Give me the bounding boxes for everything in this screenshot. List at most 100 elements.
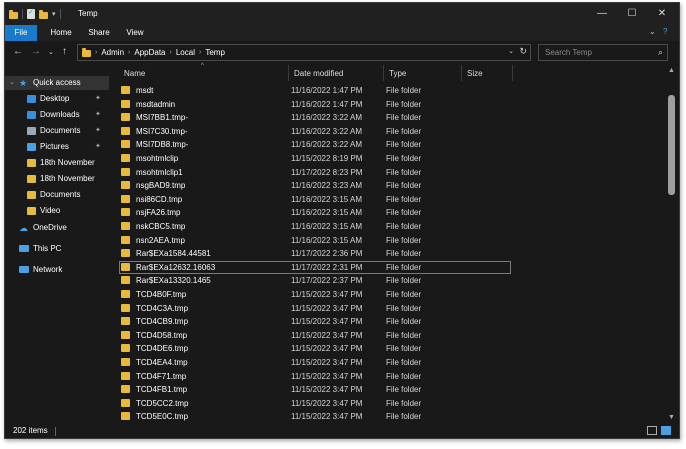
- back-button[interactable]: ←: [13, 46, 23, 57]
- details-view-icon[interactable]: [647, 426, 657, 435]
- nav-item[interactable]: Pictures ✦: [5, 140, 109, 154]
- file-date: 11/16/2022 3:22 AM: [291, 126, 363, 136]
- vertical-scrollbar[interactable]: ▲ ▼: [664, 65, 679, 423]
- title-bar: ▾ Temp — ☐ ✕: [5, 3, 679, 25]
- nav-label: 18th November: [40, 174, 95, 183]
- table-row[interactable]: nsjFA26.tmp 11/16/2022 3:15 AM File folder: [119, 206, 511, 219]
- minimize-button[interactable]: —: [587, 3, 617, 25]
- nav-item[interactable]: Documents: [5, 188, 109, 202]
- table-row[interactable]: nsn2AEA.tmp 11/16/2022 3:15 AM File folder: [119, 234, 511, 247]
- properties-icon[interactable]: [27, 8, 35, 19]
- folder-icon: [121, 276, 130, 285]
- nav-item[interactable]: 18th November: [5, 156, 109, 170]
- large-icons-view-icon[interactable]: [661, 426, 671, 435]
- column-date-modified[interactable]: Date modified: [289, 65, 384, 81]
- breadcrumb-admin[interactable]: Admin: [101, 48, 124, 57]
- maximize-button[interactable]: ☐: [617, 3, 647, 25]
- ribbon-collapse-icon[interactable]: ⌄: [649, 27, 656, 36]
- table-row[interactable]: msohtmlclip 11/15/2022 8:19 PM File folder: [119, 152, 511, 165]
- table-row[interactable]: MSI7DB8.tmp- 11/16/2022 3:22 AM File folde…: [119, 138, 511, 151]
- tab-file[interactable]: File: [5, 25, 37, 41]
- column-name[interactable]: Name: [119, 65, 289, 81]
- forward-button[interactable]: →: [31, 46, 41, 57]
- column-size[interactable]: Size: [462, 65, 513, 81]
- file-type: File folder: [386, 371, 422, 381]
- breadcrumb-appdata[interactable]: AppData: [134, 48, 165, 57]
- table-row[interactable]: MSI7BB1.tmp- 11/16/2022 3:22 AM File folde…: [119, 111, 511, 124]
- file-date: 11/15/2022 3:47 PM: [291, 290, 363, 299]
- nav-item[interactable]: Desktop ✦: [5, 92, 109, 106]
- scroll-up-icon[interactable]: ▲: [668, 67, 675, 74]
- table-row[interactable]: TCD4EA4.tmp 11/15/2022 3:47 PM File folder: [119, 356, 511, 369]
- table-row[interactable]: TCD4C3A.tmp 11/15/2022 3:47 PM File folder: [119, 302, 511, 315]
- breadcrumb-temp[interactable]: Temp: [205, 48, 225, 57]
- nav-label: Video: [40, 206, 61, 215]
- new-folder-icon[interactable]: [39, 9, 48, 19]
- chevron-right-icon[interactable]: ›: [170, 49, 172, 56]
- recent-locations-button[interactable]: ⌄: [48, 48, 54, 56]
- column-type[interactable]: Type: [384, 65, 462, 81]
- file-name: TCD5CC2.tmp: [136, 398, 189, 408]
- file-name: Rar$EXa13320.1465: [136, 276, 211, 286]
- table-row[interactable]: TCD4CB9.tmp 11/15/2022 3:47 PM File folder: [119, 315, 511, 328]
- scroll-down-icon[interactable]: ▼: [668, 414, 675, 421]
- table-row[interactable]: TCD5E0C.tmp 11/15/2022 3:47 PM File folder: [119, 410, 511, 423]
- table-row[interactable]: Rar$EXa13320.1465 11/17/2022 2:37 PM File …: [119, 274, 511, 287]
- nav-label: Downloads: [40, 110, 80, 119]
- nav-label: OneDrive: [33, 223, 67, 232]
- breadcrumb-local[interactable]: Local: [176, 48, 195, 57]
- refresh-icon[interactable]: ↻: [519, 46, 527, 57]
- tab-home[interactable]: Home: [45, 25, 77, 41]
- chevron-right-icon[interactable]: ›: [128, 49, 130, 56]
- table-row[interactable]: msohtmlclip1 11/17/2022 8:23 PM File folde…: [119, 166, 511, 179]
- nav-item[interactable]: Video: [5, 204, 109, 218]
- file-name: MSI7DB8.tmp-: [136, 140, 189, 150]
- nav-onedrive[interactable]: ☁ OneDrive: [5, 221, 109, 235]
- file-type: File folder: [386, 181, 422, 191]
- file-name: Rar$EXa1584.44581: [136, 249, 211, 259]
- file-name: msdtadmin: [136, 99, 176, 109]
- table-row[interactable]: MSI7C30.tmp- 11/16/2022 3:22 AM File folde…: [119, 125, 511, 138]
- table-row[interactable]: nsi86CD.tmp 11/16/2022 3:15 AM File folder: [119, 193, 511, 206]
- address-dropdown-icon[interactable]: ⌄: [508, 47, 514, 55]
- pin-icon: ✦: [95, 95, 101, 102]
- close-button[interactable]: ✕: [647, 3, 677, 25]
- table-row[interactable]: Rar$EXa12632.16063 11/17/2022 2:31 PM File…: [119, 260, 511, 274]
- address-bar[interactable]: › Admin › AppData › Local › Temp ⌄ ↻: [77, 44, 531, 61]
- table-row[interactable]: nsgBAD9.tmp 11/16/2022 3:23 AM File folder: [119, 179, 511, 192]
- table-row[interactable]: msdtadmin 11/16/2022 1:47 PM File folder: [119, 98, 511, 111]
- scrollbar-thumb[interactable]: [668, 95, 675, 195]
- table-row[interactable]: TCD5CC2.tmp 11/15/2022 3:47 PM File folder: [119, 397, 511, 410]
- folder-icon: [121, 181, 130, 190]
- table-row[interactable]: Rar$EXa1584.44581 11/17/2022 2:36 PM File …: [119, 247, 511, 260]
- file-date: 11/15/2022 3:47 PM: [291, 344, 363, 354]
- nav-label: Quick access: [33, 78, 81, 87]
- customize-toolbar-icon[interactable]: ▾: [52, 10, 56, 18]
- pin-icon: ✦: [95, 127, 101, 134]
- table-row[interactable]: nskCBC5.tmp 11/16/2022 3:15 AM File folder: [119, 220, 511, 233]
- file-type: File folder: [386, 398, 422, 408]
- table-row[interactable]: TCD4FB1.tmp 11/15/2022 3:47 PM File folder: [119, 383, 511, 396]
- table-row[interactable]: TCD4B0F.tmp 11/15/2022 3:47 PM File folder: [119, 288, 511, 301]
- file-date: 11/16/2022 1:47 PM: [291, 86, 363, 95]
- tab-view[interactable]: View: [119, 25, 151, 41]
- nav-item[interactable]: Downloads ✦: [5, 108, 109, 122]
- help-icon[interactable]: ?: [663, 27, 667, 36]
- chevron-right-icon[interactable]: ›: [199, 49, 201, 56]
- table-row[interactable]: TCD4F71.tmp 11/15/2022 3:47 PM File folder: [119, 370, 511, 383]
- search-input[interactable]: Search Temp ⌕: [538, 44, 668, 61]
- chevron-down-icon[interactable]: ⌄: [9, 76, 15, 90]
- folder-icon: [121, 154, 130, 162]
- nav-this-pc[interactable]: This PC: [5, 242, 109, 256]
- chevron-right-icon[interactable]: ›: [95, 49, 97, 56]
- column-headers: ^ Name Date modified Type Size: [109, 63, 664, 81]
- tab-share[interactable]: Share: [83, 25, 115, 41]
- nav-item[interactable]: 18th November: [5, 172, 109, 186]
- nav-network[interactable]: Network: [5, 263, 109, 277]
- table-row[interactable]: TCD4D58.tmp 11/15/2022 3:47 PM File folder: [119, 329, 511, 342]
- up-button[interactable]: ↑: [62, 46, 67, 57]
- table-row[interactable]: TCD4DE6.tmp 11/15/2022 3:47 PM File folder: [119, 342, 511, 355]
- nav-item[interactable]: Documents ✦: [5, 124, 109, 138]
- nav-quick-access[interactable]: ⌄ ★ Quick access: [5, 76, 109, 90]
- table-row[interactable]: msdt 11/16/2022 1:47 PM File folder: [119, 84, 511, 97]
